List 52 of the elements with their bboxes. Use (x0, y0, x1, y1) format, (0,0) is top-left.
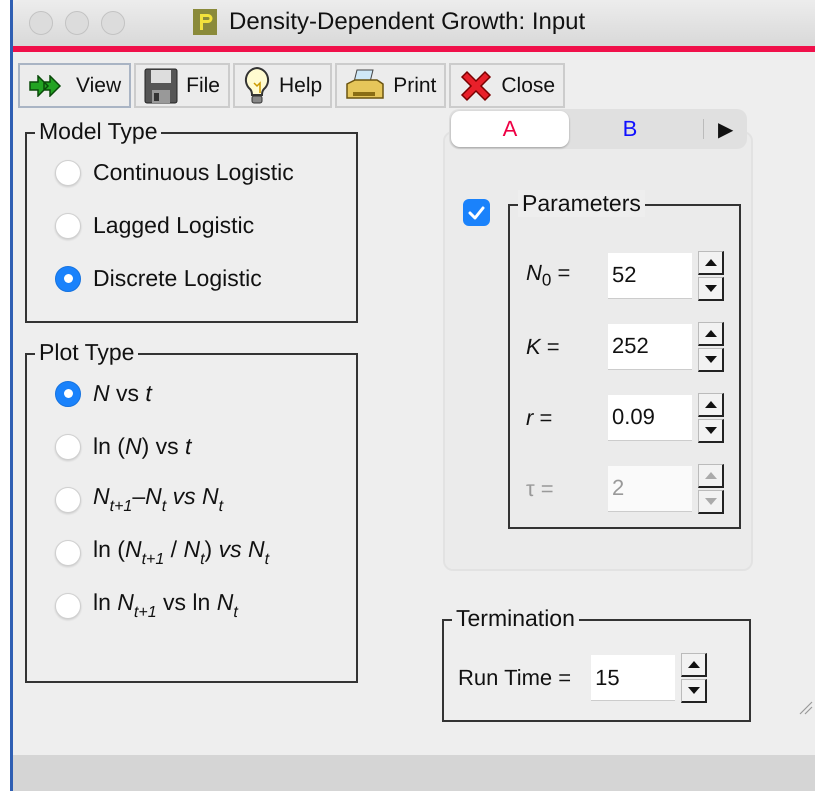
toolbar-button[interactable]: Help (232, 63, 332, 108)
increment-button[interactable] (698, 392, 724, 416)
down-triangle-icon (704, 356, 716, 362)
up-triangle-icon (688, 661, 700, 668)
app-icon (193, 9, 217, 35)
number-field[interactable]: 15 (591, 655, 676, 701)
radio-label: Continuous Logistic (93, 161, 294, 184)
parameter-label: τ = (525, 476, 555, 502)
decrement-button[interactable] (698, 418, 724, 442)
radio-label: N$_{t+1}$–N$_{t}$ vs N$_{t}$ (93, 484, 224, 514)
parameter-label: N$_{0}$ = (525, 260, 572, 291)
radio-label: Lagged Logistic (93, 214, 254, 237)
down-triangle-icon (688, 687, 700, 694)
up-triangle-icon (704, 472, 716, 478)
checkbox[interactable] (463, 199, 490, 226)
checkmark-icon (468, 206, 485, 220)
number-field[interactable]: 0.09 (608, 394, 692, 440)
tab[interactable]: B (571, 111, 689, 147)
window-title: Density-Dependent Growth: Input (229, 8, 586, 36)
up-triangle-icon (704, 330, 716, 336)
parameter-label: r = (525, 404, 554, 430)
increment-button[interactable] (681, 653, 708, 677)
field-label: Run Time = (458, 665, 572, 691)
increment-button[interactable] (698, 322, 724, 346)
tab[interactable]: A (451, 111, 569, 147)
down-triangle-icon (704, 498, 716, 504)
radio-label: ln N$_{t+1}$ vs ln N$_{t}$ (93, 590, 238, 620)
tab-scroll-button[interactable]: ▶ (704, 116, 747, 142)
up-triangle-icon (704, 400, 716, 408)
toolbar-button[interactable]: File (134, 63, 230, 108)
increment-button[interactable] (698, 250, 724, 274)
resize-grip-icon[interactable] (799, 701, 813, 715)
radio-label: Discrete Logistic (93, 267, 262, 290)
number-field[interactable]: 252 (608, 324, 692, 370)
decrement-button[interactable] (681, 679, 708, 703)
radio-label: ln (N) vs t (93, 435, 192, 458)
decrement-button[interactable] (698, 276, 724, 300)
decrement-button[interactable] (698, 348, 724, 372)
up-triangle-icon (704, 258, 716, 266)
down-triangle-icon (704, 426, 716, 434)
light-bulb-icon (242, 66, 271, 106)
close-icon (459, 68, 494, 102)
radio-label: N vs t (93, 382, 152, 405)
toolbar-button[interactable]: View (18, 63, 132, 108)
toolbar-button[interactable]: Close (449, 63, 566, 108)
radio-label: ln (N$_{t+1}$ / N$_{t}$) vs N$_{t}$ (93, 538, 270, 568)
radio-button[interactable] (55, 380, 81, 406)
down-triangle-icon (704, 284, 716, 292)
parameter-label: K = (525, 334, 561, 360)
number-field[interactable]: 52 (608, 252, 692, 298)
radio-button[interactable] (55, 266, 81, 292)
toolbar-button[interactable]: Print (335, 63, 446, 108)
